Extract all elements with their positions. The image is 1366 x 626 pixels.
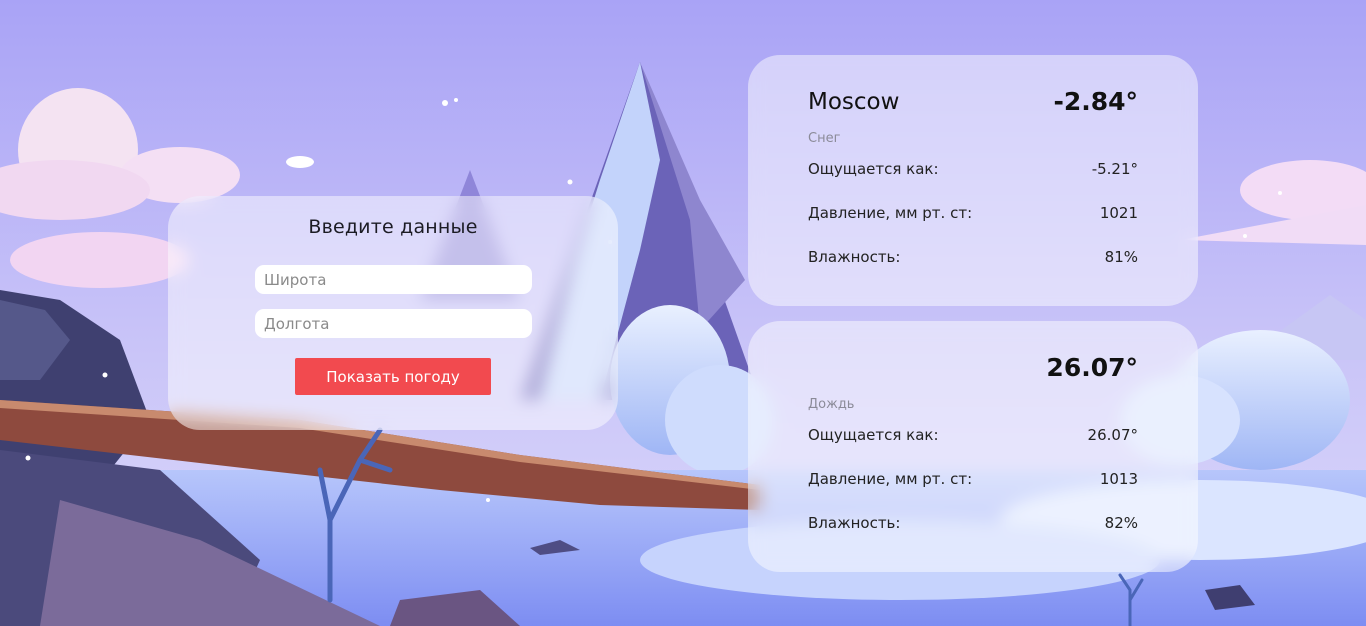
temperature: -2.84° — [1053, 87, 1138, 116]
feels-like-label: Ощущается как: — [808, 160, 939, 178]
pressure-value: 1013 — [1099, 470, 1138, 488]
weather-description: Дождь — [808, 397, 855, 412]
humidity-value: 82% — [1104, 514, 1138, 532]
humidity-row: Влажность: 82% — [808, 514, 1138, 534]
feels-like-row: Ощущается как: 26.07° — [808, 426, 1138, 446]
latitude-input[interactable] — [255, 265, 532, 294]
humidity-value: 81% — [1104, 248, 1138, 266]
humidity-row: Влажность: 81% — [808, 248, 1138, 268]
feels-like-row: Ощущается как: -5.21° — [808, 160, 1138, 180]
feels-like-label: Ощущается как: — [808, 426, 939, 444]
pressure-label: Давление, мм рт. ст: — [808, 470, 973, 488]
form-title: Введите данные — [308, 216, 478, 238]
show-weather-button[interactable]: Показать погоду — [295, 358, 491, 395]
city-name: Moscow — [808, 89, 900, 115]
humidity-label: Влажность: — [808, 514, 901, 532]
weather-card: Moscow -2.84° Снег Ощущается как: -5.21°… — [748, 55, 1198, 306]
coordinates-form-card: Введите данные Показать погоду — [168, 196, 618, 430]
pressure-row: Давление, мм рт. ст: 1013 — [808, 470, 1138, 490]
pressure-value: 1021 — [1099, 204, 1138, 222]
weather-description: Снег — [808, 131, 841, 146]
feels-like-value: 26.07° — [1087, 426, 1138, 444]
pressure-row: Давление, мм рт. ст: 1021 — [808, 204, 1138, 224]
feels-like-value: -5.21° — [1091, 160, 1138, 178]
temperature: 26.07° — [1046, 353, 1138, 382]
longitude-input[interactable] — [255, 309, 532, 338]
weather-card: 26.07° Дождь Ощущается как: 26.07° Давле… — [748, 321, 1198, 572]
pressure-label: Давление, мм рт. ст: — [808, 204, 973, 222]
humidity-label: Влажность: — [808, 248, 901, 266]
